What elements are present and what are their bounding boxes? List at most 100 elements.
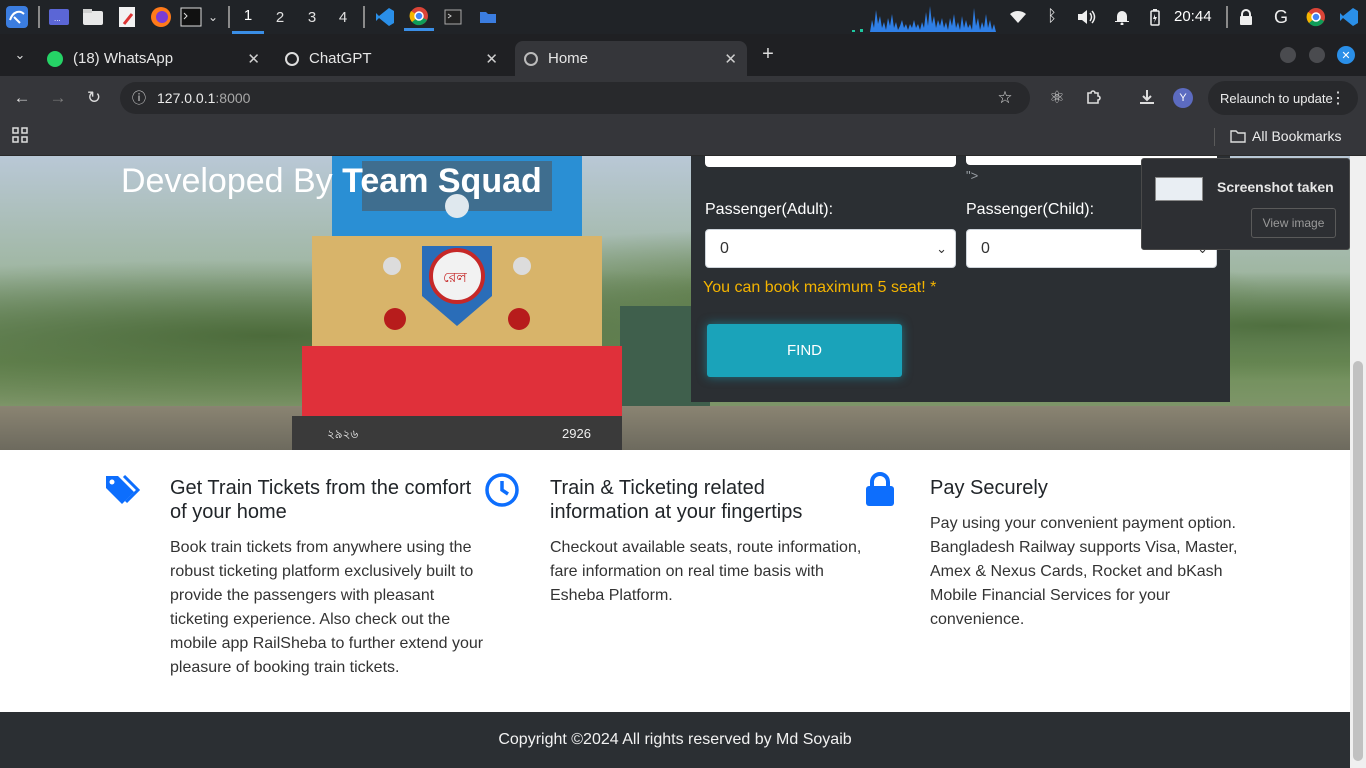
os-taskbar: ... ⌄ 1 2 3 4 ᛒ 20:44 G	[0, 0, 1366, 34]
screenshot-thumbnail[interactable]	[1155, 177, 1203, 201]
copyright-text: Copyright ©2024 All rights reserved by M…	[498, 731, 852, 748]
folder-icon	[1230, 130, 1246, 143]
tags-icon	[106, 474, 140, 504]
feature-title: Get Train Tickets from the comfort of yo…	[170, 477, 472, 523]
bookmark-star-icon[interactable]: ☆	[995, 88, 1015, 108]
features-section: Get Train Tickets from the comfort of yo…	[0, 450, 1350, 712]
loco-side-number: ২৯২৬	[327, 427, 358, 441]
kali-menu-icon[interactable]	[4, 5, 30, 29]
relaunch-label: Relaunch to update	[1220, 90, 1333, 106]
page-scrollbar[interactable]	[1350, 156, 1366, 768]
minimize-button[interactable]	[1280, 47, 1296, 63]
close-icon[interactable]: ✕	[247, 50, 260, 68]
notification-title: Screenshot taken	[1217, 179, 1334, 195]
lock-screen-icon[interactable]	[1237, 5, 1255, 29]
apps-grid-icon[interactable]	[10, 127, 30, 147]
adult-passenger-select[interactable]: 0 ⌄	[705, 229, 956, 268]
relaunch-button[interactable]: Relaunch to update ⋮	[1208, 81, 1358, 115]
maximize-button[interactable]	[1309, 47, 1325, 63]
text-editor-icon[interactable]	[115, 5, 139, 29]
clock-icon	[485, 473, 519, 507]
page-footer: Copyright ©2024 All rights reserved by M…	[0, 712, 1350, 768]
workspace-4[interactable]: 4	[327, 0, 359, 34]
extensions-icon[interactable]	[1084, 88, 1104, 108]
profile-avatar[interactable]: Y	[1173, 88, 1193, 108]
terminal-icon[interactable]	[179, 5, 203, 29]
feature-title: Train & Ticketing related information at…	[550, 477, 803, 523]
terminal-window-icon[interactable]	[441, 5, 465, 29]
whatsapp-icon	[47, 50, 63, 67]
url-text[interactable]: 127.0.0.1:8000	[157, 90, 250, 106]
taskbar-separator	[228, 6, 230, 28]
reload-icon[interactable]: ↻	[84, 88, 104, 108]
folder-icon[interactable]	[476, 5, 500, 29]
railway-emblem: রেল	[443, 269, 467, 285]
chevron-down-icon[interactable]: ⌄	[205, 5, 221, 29]
site-info-icon[interactable]: ⓘ	[129, 88, 149, 108]
chrome-icon[interactable]	[1304, 5, 1328, 29]
notification-bell-icon[interactable]	[1112, 5, 1132, 29]
hero-heading: Developed By Team Squad	[121, 162, 542, 201]
feature-text: Checkout available seats, route informat…	[550, 539, 862, 604]
taskbar-separator	[363, 6, 365, 28]
globe-icon	[524, 51, 538, 66]
lock-icon	[866, 472, 894, 506]
loco-number: 2926	[562, 426, 591, 441]
address-bar[interactable]: ⓘ 127.0.0.1:8000 ☆	[120, 82, 1030, 114]
kebab-menu-icon[interactable]: ⋮	[1330, 88, 1346, 108]
cpu-graph	[850, 2, 1000, 32]
bookmarks-bar: All Bookmarks	[0, 120, 1366, 156]
new-tab-button[interactable]: +	[757, 42, 779, 66]
find-button[interactable]: FIND	[707, 324, 902, 377]
workspace-3[interactable]: 3	[296, 0, 328, 34]
feature-text: Pay using your convenient payment option…	[930, 515, 1238, 628]
chrome-taskbar-icon[interactable]	[404, 3, 434, 31]
adult-passenger-value: 0	[720, 239, 729, 257]
google-g-icon[interactable]: G	[1270, 5, 1292, 29]
workspace-2[interactable]: 2	[264, 0, 296, 34]
firefox-icon[interactable]	[149, 5, 173, 29]
all-bookmarks-label: All Bookmarks	[1252, 128, 1342, 144]
chatgpt-icon	[285, 51, 299, 66]
react-devtools-icon[interactable]: ⚛	[1047, 88, 1067, 108]
wifi-icon[interactable]	[1008, 5, 1028, 29]
feature-title: Pay Securely	[930, 477, 1048, 499]
forward-arrow-icon[interactable]: →	[48, 88, 68, 108]
view-image-button[interactable]: View image	[1251, 208, 1336, 238]
adult-passenger-label: Passenger(Adult):	[705, 201, 834, 218]
back-arrow-icon[interactable]: ←	[12, 88, 32, 108]
scrollbar-thumb[interactable]	[1353, 361, 1363, 761]
desktop-icon[interactable]: ...	[47, 5, 71, 29]
bluetooth-icon[interactable]: ᛒ	[1043, 5, 1061, 29]
close-icon[interactable]: ✕	[485, 50, 498, 68]
tab-label: Home	[548, 50, 589, 67]
tab-home[interactable]: Home ✕	[515, 41, 747, 76]
all-bookmarks-button[interactable]: All Bookmarks	[1230, 128, 1341, 144]
workspace-1[interactable]: 1	[232, 0, 264, 34]
downloads-icon[interactable]	[1137, 88, 1157, 108]
seat-limit-notice: You can book maximum 5 seat! *	[703, 279, 937, 296]
tab-label: ChatGPT	[309, 50, 372, 67]
close-icon[interactable]: ✕	[724, 50, 737, 68]
vscode-icon[interactable]	[373, 5, 397, 29]
taskbar-separator	[38, 6, 40, 28]
taskbar-separator	[1226, 6, 1228, 28]
stray-markup-text: ">	[966, 168, 979, 183]
volume-icon[interactable]	[1076, 5, 1098, 29]
browser-tab-strip: ⌄ (18) WhatsApp ✕ ChatGPT ✕ Home ✕ + ✕	[0, 34, 1366, 76]
team-name: Team Squad	[342, 162, 542, 200]
tab-label: (18) WhatsApp	[73, 50, 174, 67]
child-passenger-label: Passenger(Child):	[966, 201, 1095, 218]
tab-search-chevron-icon[interactable]: ⌄	[8, 43, 32, 67]
tab-chatgpt[interactable]: ChatGPT ✕	[276, 41, 508, 76]
clock[interactable]: 20:44	[1174, 8, 1212, 25]
file-manager-icon[interactable]	[81, 5, 105, 29]
vscode-tray-icon[interactable]	[1337, 5, 1361, 29]
date-input-partial[interactable]	[705, 156, 956, 167]
railway-track	[0, 406, 1350, 450]
feature-text: Book train tickets from anywhere using t…	[170, 539, 484, 676]
developed-by-text: Developed By	[121, 162, 333, 200]
tab-whatsapp[interactable]: (18) WhatsApp ✕	[38, 41, 270, 76]
battery-icon	[1148, 5, 1162, 29]
window-close-button[interactable]: ✕	[1337, 46, 1355, 64]
